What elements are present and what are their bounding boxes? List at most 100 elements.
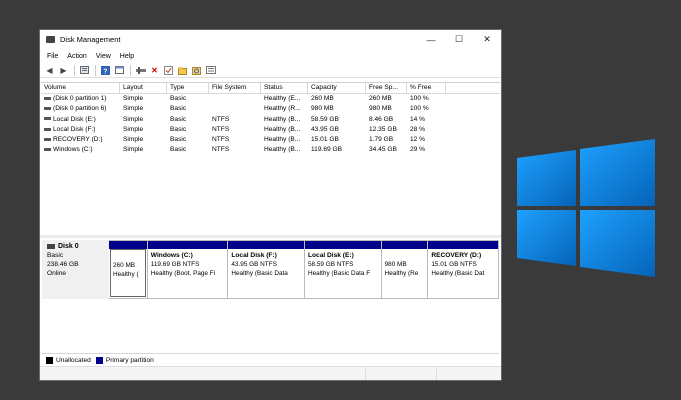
partition-status: Healthy ( bbox=[113, 271, 139, 278]
toolbar: ◀ ▶ ? ✕ bbox=[40, 63, 501, 78]
volume-cell-text: Healthy (B... bbox=[264, 146, 301, 154]
column-file-system[interactable]: File System bbox=[209, 83, 261, 93]
column-volume[interactable]: Volume bbox=[41, 83, 120, 93]
partition-status: Healthy (Boot, Page Fi bbox=[150, 270, 216, 277]
partition-block[interactable]: RECOVERY (D:) 15.01 GB NTFS Healthy (Basic… bbox=[428, 240, 499, 299]
volume-cell-text: 29 % bbox=[410, 146, 426, 154]
partition-label: Local Disk (F:) bbox=[231, 252, 277, 259]
console-icon[interactable] bbox=[114, 65, 125, 75]
volume-cell-text: Simple bbox=[123, 125, 144, 133]
partition-body: 260 MB Healthy ( bbox=[110, 249, 146, 297]
volume-cell: Basic bbox=[167, 115, 209, 125]
menu-action[interactable]: Action bbox=[67, 53, 86, 60]
partition-block[interactable]: Local Disk (F:) 43.95 GB NTFS Healthy (Bas… bbox=[228, 240, 305, 299]
maximize-button[interactable]: ☐ bbox=[445, 30, 473, 49]
volume-cell: 28 % bbox=[407, 125, 446, 135]
partition-size: 43.95 GB NTFS bbox=[231, 261, 277, 268]
column-free-space[interactable]: Free Sp... bbox=[366, 83, 407, 93]
volume-cell: 980 MB bbox=[308, 104, 366, 114]
pane-splitter[interactable] bbox=[40, 235, 501, 238]
volume-cell-text: Healthy (E... bbox=[264, 95, 301, 102]
refresh-icon[interactable] bbox=[191, 65, 202, 75]
partition-body: Local Disk (E:) 58.59 GB NTFS Healthy (Bas… bbox=[306, 249, 380, 297]
partition-type-stripe bbox=[381, 241, 428, 249]
volume-cell: 12 % bbox=[407, 135, 446, 145]
volume-row[interactable]: Local Disk (F:) Simple Basic NTFS Healthy (B… bbox=[41, 125, 500, 135]
column-type[interactable]: Type bbox=[167, 83, 209, 93]
volume-cell-text: 980 MB bbox=[369, 105, 392, 113]
disk-management-icon bbox=[46, 36, 55, 43]
volume-cell: NTFS bbox=[209, 125, 261, 135]
partition-block[interactable]: Local Disk (E:) 58.59 GB NTFS Healthy (Bas… bbox=[304, 240, 382, 299]
disk-0-info[interactable]: Disk 0 Basic 238.46 GB Online bbox=[42, 240, 109, 299]
volume-cell: Healthy (B... bbox=[261, 125, 308, 135]
column-status[interactable]: Status bbox=[261, 83, 308, 93]
volume-cell: 1.79 GB bbox=[366, 135, 407, 145]
column-capacity[interactable]: Capacity bbox=[308, 83, 366, 93]
partition-body: Windows (C:) 119.69 GB NTFS Healthy (Boot,… bbox=[149, 249, 227, 297]
partition-body: Local Disk (F:) 43.95 GB NTFS Healthy (Bas… bbox=[229, 249, 303, 297]
partition-body: 980 MB Healthy (Re bbox=[383, 249, 427, 297]
volume-cell-text: 100 % bbox=[410, 95, 429, 102]
volume-cell: (Disk 0 partition 1) bbox=[41, 94, 120, 104]
volume-cell-text: Healthy (B... bbox=[264, 136, 301, 144]
partition-type-stripe bbox=[147, 241, 228, 249]
volume-row[interactable]: RECOVERY (D:) Simple Basic NTFS Healthy (B..… bbox=[41, 135, 500, 145]
window-title: Disk Management bbox=[60, 35, 121, 44]
title-bar: Disk Management — ☐ ✕ bbox=[40, 30, 501, 49]
back-arrow-icon[interactable]: ◀ bbox=[44, 65, 55, 75]
volume-cell: Simple bbox=[120, 104, 167, 114]
volume-cell: Healthy (B... bbox=[261, 115, 308, 125]
volume-row[interactable]: (Disk 0 partition 6) Simple Basic Healthy (… bbox=[41, 104, 500, 114]
volume-cell bbox=[209, 104, 261, 114]
folder-icon[interactable] bbox=[177, 65, 188, 75]
menu-view[interactable]: View bbox=[96, 53, 111, 60]
menu-help[interactable]: Help bbox=[120, 53, 134, 60]
partition-block[interactable]: Windows (C:) 119.69 GB NTFS Healthy (Boot,… bbox=[147, 240, 229, 299]
partition-type-stripe bbox=[228, 241, 304, 249]
volume-cell: 260 MB bbox=[366, 94, 407, 104]
volume-list-header: Volume Layout Type File System Status Ca… bbox=[41, 83, 500, 94]
status-bar-pane bbox=[40, 367, 366, 380]
svg-text:?: ? bbox=[103, 68, 107, 75]
forward-arrow-icon[interactable]: ▶ bbox=[58, 65, 69, 75]
volume-cell: 260 MB bbox=[308, 94, 366, 104]
list-icon[interactable] bbox=[205, 65, 216, 75]
volume-row[interactable]: (Disk 0 partition 1) Simple Basic Healthy (… bbox=[41, 94, 500, 104]
volume-cell: 43.95 GB bbox=[308, 125, 366, 135]
partition-status: Healthy (Basic Data F bbox=[307, 270, 371, 277]
check-icon[interactable] bbox=[163, 65, 174, 75]
volume-row[interactable]: Local Disk (E:) Simple Basic NTFS Healthy (B… bbox=[41, 115, 500, 125]
volume-cell: 100 % bbox=[407, 94, 446, 104]
volume-cell: 29 % bbox=[407, 145, 446, 155]
help-icon[interactable]: ? bbox=[100, 65, 111, 75]
minimize-button[interactable]: — bbox=[417, 30, 445, 49]
partition-block[interactable]: 260 MB Healthy ( bbox=[109, 240, 148, 299]
volume-cell: (Disk 0 partition 6) bbox=[41, 104, 120, 114]
volume-cell-text: (Disk 0 partition 1) bbox=[53, 95, 107, 102]
partition-bar: 260 MB Healthy (Windows (C:) 119.69 GB NTF… bbox=[109, 240, 499, 299]
logo-pane-top-right bbox=[580, 139, 655, 206]
close-button[interactable]: ✕ bbox=[473, 30, 501, 49]
volume-cell-text: 260 MB bbox=[369, 95, 392, 102]
column-layout[interactable]: Layout bbox=[120, 83, 167, 93]
volume-cell: 14 % bbox=[407, 115, 446, 125]
volume-cell: 980 MB bbox=[366, 104, 407, 114]
delete-icon[interactable]: ✕ bbox=[149, 65, 160, 75]
menu-file[interactable]: File bbox=[47, 53, 58, 60]
connect-icon[interactable] bbox=[135, 65, 146, 75]
status-bar-pane bbox=[366, 367, 437, 380]
volume-cell: Simple bbox=[120, 145, 167, 155]
volume-cell: Windows (C:) bbox=[41, 145, 120, 155]
partition-block[interactable]: 980 MB Healthy (Re bbox=[381, 240, 429, 299]
partition-size: 119.69 GB NTFS bbox=[150, 261, 200, 268]
properties-icon[interactable] bbox=[79, 65, 90, 75]
volume-cell-text: Simple bbox=[123, 95, 144, 102]
volume-row[interactable]: Windows (C:) Simple Basic NTFS Healthy (B...… bbox=[41, 145, 500, 155]
volume-cell-text: Basic bbox=[170, 125, 187, 133]
volume-icon bbox=[44, 127, 51, 131]
toolbar-separator bbox=[130, 64, 131, 76]
column-percent-free[interactable]: % Free bbox=[407, 83, 446, 93]
volume-cell-text: Healthy (B... bbox=[264, 125, 301, 133]
logo-pane-bottom-left bbox=[517, 210, 576, 266]
